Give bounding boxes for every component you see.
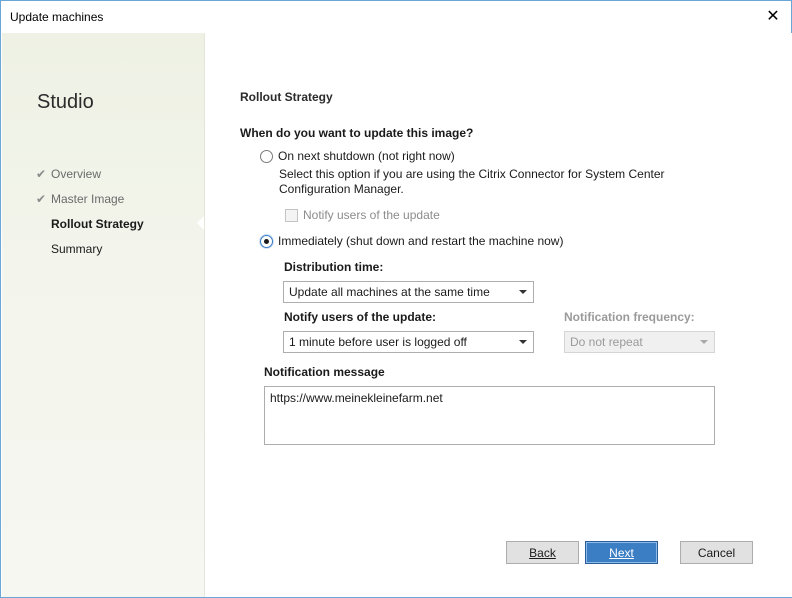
notification-frequency-label: Notification frequency: xyxy=(564,310,695,324)
step-label: Summary xyxy=(51,242,103,256)
step-overview: ✔ Overview xyxy=(36,165,144,190)
step-label: Rollout Strategy xyxy=(51,217,144,231)
step-label: Master Image xyxy=(51,192,125,206)
next-shutdown-description: Select this option if you are using the … xyxy=(279,167,665,196)
notification-message-label: Notification message xyxy=(264,365,385,379)
step-summary: Summary xyxy=(36,240,144,265)
radio-label: On next shutdown (not right now) xyxy=(278,149,455,163)
title-bar: Update machines ✕ xyxy=(1,1,791,33)
radio-label: Immediately (shut down and restart the m… xyxy=(278,234,564,248)
cancel-button-label: Cancel xyxy=(697,545,736,560)
notification-frequency-select: Do not repeat xyxy=(564,331,715,353)
close-icon[interactable]: ✕ xyxy=(763,7,783,27)
checkbox-label: Notify users of the update xyxy=(303,208,440,222)
notify-users-select[interactable]: 1 minute before user is logged off xyxy=(283,331,534,353)
radio-next-shutdown[interactable]: On next shutdown (not right now) xyxy=(260,149,455,163)
step-master-image: ✔ Master Image xyxy=(36,190,144,215)
radio-button-selected[interactable] xyxy=(260,234,273,248)
back-button[interactable]: Back xyxy=(506,541,579,564)
radio-button[interactable] xyxy=(260,149,273,163)
notify-users-checkbox[interactable] xyxy=(285,208,298,222)
next-button[interactable]: Next xyxy=(585,541,658,564)
notify-users-label: Notify users of the update: xyxy=(284,310,437,324)
window-title: Update machines xyxy=(10,10,104,24)
select-value: Do not repeat xyxy=(570,335,643,349)
checkmark-icon: ✔ xyxy=(36,192,47,206)
distribution-time-select[interactable]: Update all machines at the same time xyxy=(283,281,534,303)
chevron-down-icon xyxy=(700,340,708,344)
distribution-time-label: Distribution time: xyxy=(284,260,384,274)
update-machines-window: Update machines ✕ Studio ✔ Overview ✔ Ma… xyxy=(0,0,792,598)
wizard-sidebar: Studio ✔ Overview ✔ Master Image Rollout… xyxy=(2,33,204,597)
next-button-label: Next xyxy=(609,545,634,560)
radio-immediately[interactable]: Immediately (shut down and restart the m… xyxy=(260,234,563,248)
notification-message-input[interactable]: https://www.meinekleinefarm.net xyxy=(264,386,715,445)
app-title: Studio xyxy=(37,91,94,113)
wizard-steps: ✔ Overview ✔ Master Image Rollout Strate… xyxy=(36,165,144,265)
checkmark-icon: ✔ xyxy=(36,167,47,181)
section-title: Rollout Strategy xyxy=(240,90,333,104)
wizard-content: Rollout Strategy When do you want to upd… xyxy=(204,33,792,597)
select-value: Update all machines at the same time xyxy=(289,285,490,299)
chevron-down-icon xyxy=(519,290,527,294)
step-label: Overview xyxy=(51,167,102,181)
notify-users-checkbox-row[interactable]: Notify users of the update xyxy=(285,208,440,222)
update-timing-question: When do you want to update this image? xyxy=(240,126,474,140)
select-value: 1 minute before user is logged off xyxy=(289,335,467,349)
back-button-label: Back xyxy=(529,545,556,560)
cancel-button[interactable]: Cancel xyxy=(680,541,753,564)
step-rollout-strategy: Rollout Strategy xyxy=(36,215,144,240)
chevron-down-icon xyxy=(519,340,527,344)
